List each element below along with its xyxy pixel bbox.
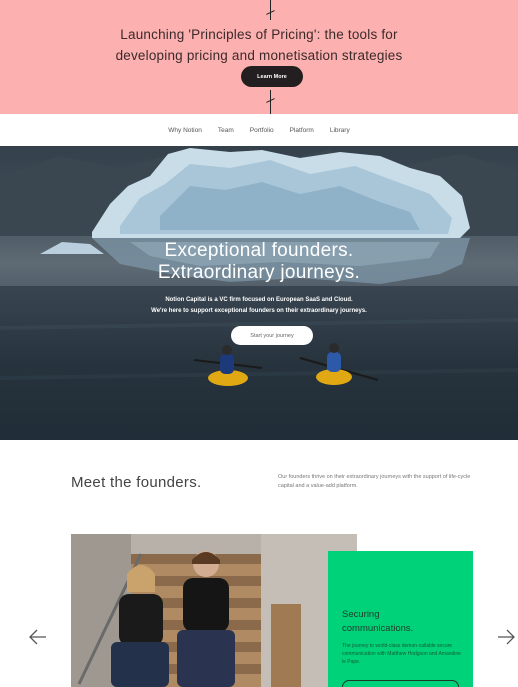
nav-item-library[interactable]: Library xyxy=(330,127,350,134)
hero-title-line-1: Exceptional founders. xyxy=(164,240,354,261)
arrow-right-icon[interactable] xyxy=(496,628,516,646)
card-title-line-2: communications. xyxy=(342,623,414,634)
founders-title: Meet the founders. xyxy=(71,474,202,491)
hero-sub-line-2: We're here to support exceptional founde… xyxy=(151,308,367,314)
founders-photo xyxy=(71,534,357,687)
nav-item-team[interactable]: Team xyxy=(218,127,234,134)
nav-item-why-notion[interactable]: Why Notion xyxy=(168,127,202,134)
hero-subtitle: Notion Capital is a VC firm focused on E… xyxy=(0,295,518,317)
hero-image xyxy=(0,148,518,440)
card-title: Securing communications. xyxy=(342,608,413,636)
banner-line-2: developing pricing and monetisation stra… xyxy=(115,48,403,63)
learn-more-button[interactable]: Learn More xyxy=(241,66,303,87)
arrow-left-icon[interactable] xyxy=(28,628,48,646)
banner-divider-top xyxy=(270,0,271,20)
announcement-banner: Launching 'Principles of Pricing': the t… xyxy=(0,0,518,114)
main-nav: Why Notion Team Portfolio Platform Libra… xyxy=(0,114,518,146)
hero-section: Exceptional founders. Extraordinary jour… xyxy=(0,146,518,440)
hero-sub-line-1: Notion Capital is a VC firm focused on E… xyxy=(165,297,353,303)
founders-photo-image xyxy=(71,534,357,687)
card-title-line-1: Securing xyxy=(342,609,380,620)
start-journey-button[interactable]: Start your journey xyxy=(231,326,313,345)
banner-text: Launching 'Principles of Pricing': the t… xyxy=(0,24,518,66)
banner-divider-bottom xyxy=(270,90,271,114)
founders-description: Our founders thrive on their extraordina… xyxy=(278,474,471,489)
hero-title-line-2: Extraordinary journeys. xyxy=(157,262,361,283)
card-description: The journey to world-class demon-callabl… xyxy=(342,643,461,665)
banner-line-1: Launching 'Principles of Pricing': the t… xyxy=(120,27,398,42)
card-read-more-button[interactable] xyxy=(342,680,459,687)
hero-title: Exceptional founders. Extraordinary jour… xyxy=(0,240,518,284)
founder-story-card[interactable]: Securing communications. The journey to … xyxy=(328,551,473,687)
nav-item-platform[interactable]: Platform xyxy=(290,127,314,134)
nav-item-portfolio[interactable]: Portfolio xyxy=(250,127,274,134)
